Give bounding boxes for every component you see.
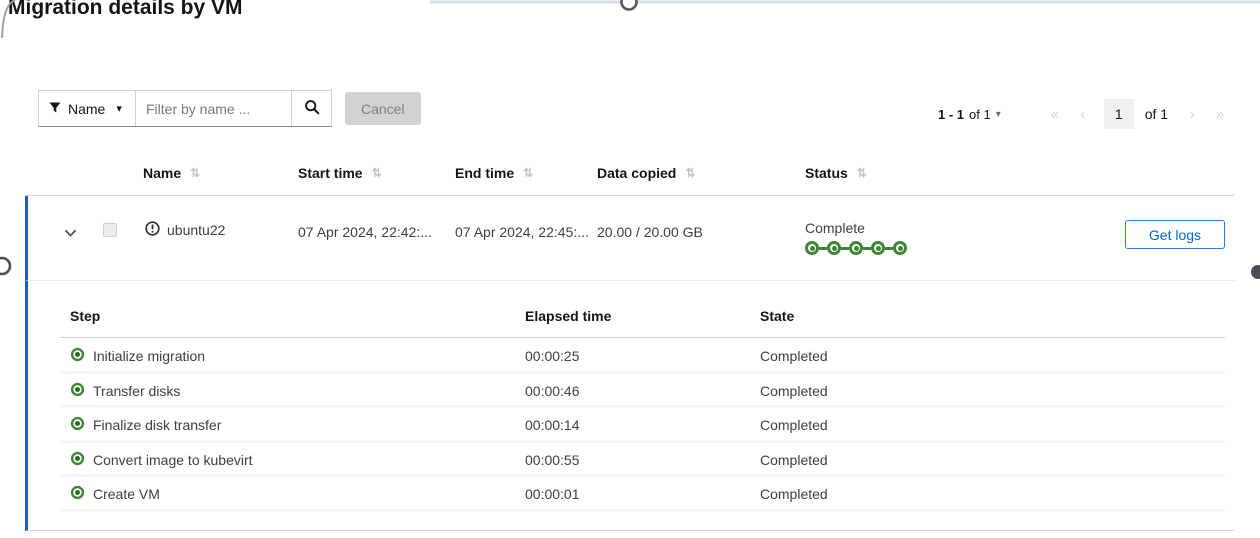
- page-count-label: of 1: [1145, 106, 1168, 122]
- first-page-button[interactable]: «: [1041, 100, 1069, 128]
- column-header-label: Status: [805, 165, 848, 181]
- sort-icon: ⇅: [190, 166, 200, 180]
- step-name: Convert image to kubevirt: [93, 452, 253, 468]
- step-success-icon: [70, 451, 85, 469]
- step-state: Completed: [760, 417, 828, 433]
- pipeline-progress-dots: [805, 241, 907, 255]
- selection-handle-top-icon: [622, 0, 637, 10]
- step-name: Transfer disks: [93, 383, 180, 399]
- status-cell: Complete: [805, 220, 907, 255]
- step-name: Initialize migration: [93, 348, 205, 364]
- filter-funnel-icon: [49, 101, 61, 117]
- column-header-label: Name: [143, 165, 181, 181]
- column-header-label: End time: [455, 165, 514, 181]
- sort-icon: ⇅: [685, 166, 695, 180]
- step-row: Finalize disk transfer 00:00:14 Complete…: [60, 407, 1225, 442]
- vm-details-section: Step Elapsed time State Initialize migra…: [25, 281, 1235, 531]
- sort-icon: ⇅: [372, 166, 382, 180]
- column-header-name[interactable]: Name ⇅: [143, 165, 200, 181]
- last-page-button[interactable]: »: [1206, 100, 1234, 128]
- step-success-icon: [70, 485, 85, 503]
- next-page-button[interactable]: ›: [1178, 100, 1206, 128]
- pipeline-step-dot: [827, 241, 841, 255]
- selection-handle-left-icon: [0, 258, 10, 274]
- pipeline-step-connector: [819, 247, 827, 250]
- steps-column-elapsed: Elapsed time: [525, 308, 611, 324]
- pagination: 1 - 1 of 1 ▾ « ‹ of 1 › »: [938, 99, 1234, 129]
- vm-name-cell: ubuntu22: [145, 221, 225, 239]
- search-icon: [304, 99, 320, 118]
- step-state: Completed: [760, 486, 828, 502]
- get-logs-button[interactable]: Get logs: [1125, 220, 1225, 249]
- vm-table-row: ubuntu22 07 Apr 2024, 22:42:... 07 Apr 2…: [25, 196, 1235, 281]
- start-time-cell: 07 Apr 2024, 22:42:...: [298, 224, 432, 240]
- step-elapsed: 00:00:55: [525, 452, 580, 468]
- pagination-menu-toggle[interactable]: 1 - 1 of 1 ▾: [938, 107, 1001, 122]
- caret-down-icon: ▾: [996, 109, 1001, 120]
- pagination-range: 1 - 1: [938, 107, 964, 122]
- steps-table: Step Elapsed time State Initialize migra…: [60, 281, 1225, 511]
- pipeline-step-dot: [849, 241, 863, 255]
- step-state: Completed: [760, 348, 828, 364]
- steps-header-row: Step Elapsed time State: [60, 281, 1225, 338]
- row-select-checkbox[interactable]: [103, 223, 117, 237]
- pipeline-step-connector: [863, 247, 871, 250]
- step-row: Convert image to kubevirt 00:00:55 Compl…: [60, 442, 1225, 477]
- step-name: Finalize disk transfer: [93, 417, 221, 433]
- step-row: Create VM 00:00:01 Completed: [60, 476, 1225, 511]
- page-title: Migration details by VM: [8, 0, 243, 20]
- table-header-row: Name ⇅ Start time ⇅ End time ⇅ Data copi…: [25, 155, 1235, 196]
- filter-toolbar: Name ▾: [38, 90, 332, 127]
- step-row: Initialize migration 00:00:25 Completed: [60, 338, 1225, 373]
- step-elapsed: 00:00:25: [525, 348, 580, 364]
- selection-handle-right-icon: [1251, 265, 1260, 279]
- vm-concerns-info-icon[interactable]: [145, 221, 160, 239]
- pagination-nav: « ‹ of 1 › »: [1041, 99, 1234, 129]
- cancel-button[interactable]: Cancel: [345, 92, 421, 125]
- pipeline-step-connector: [885, 247, 893, 250]
- previous-page-button[interactable]: ‹: [1069, 100, 1097, 128]
- vm-name: ubuntu22: [167, 222, 225, 238]
- step-elapsed: 00:00:46: [525, 383, 580, 399]
- caret-down-icon: ▾: [116, 102, 122, 115]
- sort-icon: ⇅: [857, 166, 867, 180]
- status-label: Complete: [805, 220, 865, 236]
- filter-by-name-input[interactable]: [136, 91, 291, 126]
- pipeline-step-connector: [841, 247, 849, 250]
- column-header-label: Start time: [298, 165, 363, 181]
- current-page-input[interactable]: [1104, 99, 1134, 129]
- step-success-icon: [70, 416, 85, 434]
- pipeline-step-dot: [871, 241, 885, 255]
- step-elapsed: 00:00:01: [525, 486, 580, 502]
- end-time-cell: 07 Apr 2024, 22:45:...: [455, 224, 589, 240]
- step-name: Create VM: [93, 486, 160, 502]
- step-success-icon: [70, 382, 85, 400]
- sort-icon: ⇅: [523, 166, 533, 180]
- filter-field-label: Name: [68, 101, 105, 117]
- steps-column-step: Step: [70, 308, 100, 324]
- steps-column-state: State: [760, 308, 794, 324]
- column-header-end-time[interactable]: End time ⇅: [455, 165, 533, 181]
- column-header-status[interactable]: Status ⇅: [805, 165, 867, 181]
- chevron-down-icon: [64, 226, 77, 241]
- pagination-range-suffix: of 1: [969, 107, 991, 122]
- step-row: Transfer disks 00:00:46 Completed: [60, 373, 1225, 408]
- search-button[interactable]: [291, 91, 331, 126]
- column-header-label: Data copied: [597, 165, 676, 181]
- step-elapsed: 00:00:14: [525, 417, 580, 433]
- column-header-start-time[interactable]: Start time ⇅: [298, 165, 382, 181]
- column-header-data-copied[interactable]: Data copied ⇅: [597, 165, 695, 181]
- step-success-icon: [70, 347, 85, 365]
- pipeline-step-dot: [805, 241, 819, 255]
- step-state: Completed: [760, 452, 828, 468]
- data-copied-cell: 20.00 / 20.00 GB: [597, 224, 703, 240]
- row-expand-toggle[interactable]: [59, 222, 81, 244]
- step-state: Completed: [760, 383, 828, 399]
- filter-field-dropdown[interactable]: Name ▾: [39, 91, 136, 126]
- pipeline-step-dot: [893, 241, 907, 255]
